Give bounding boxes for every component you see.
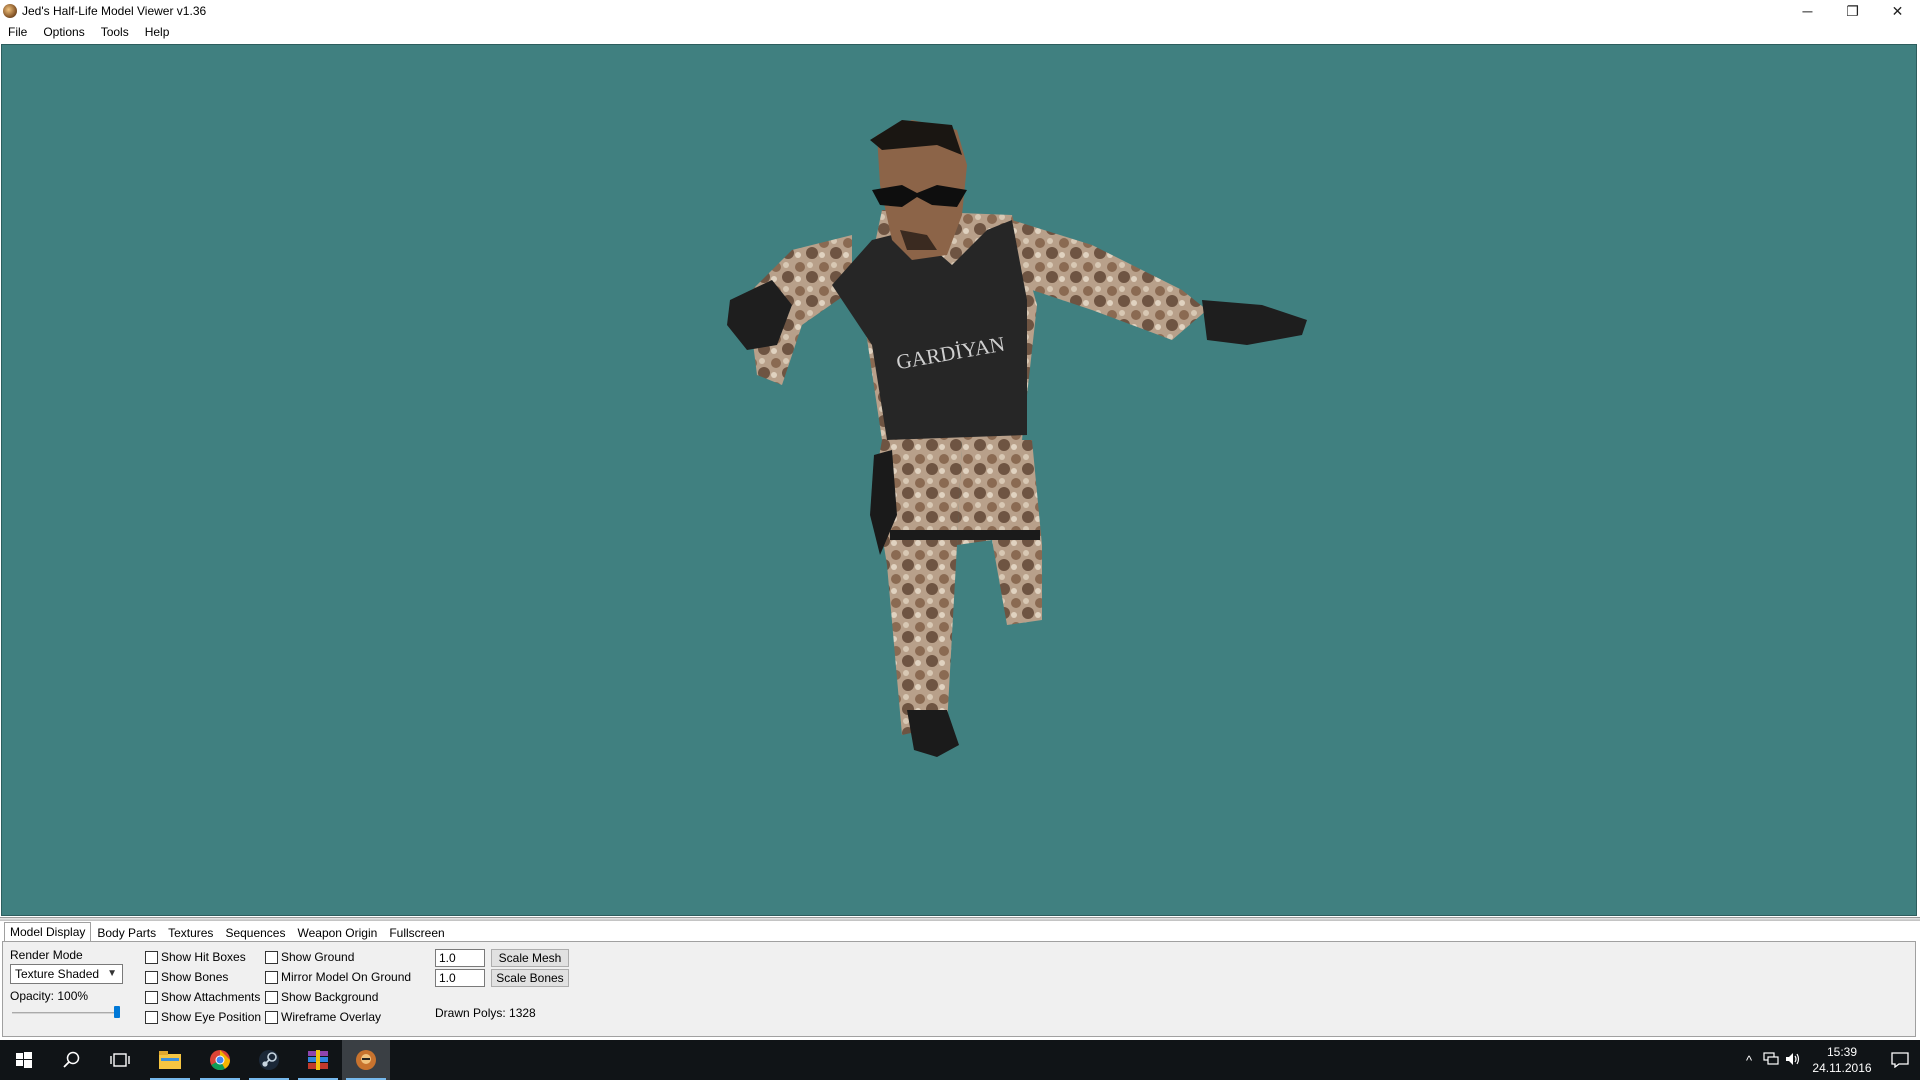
file-explorer-icon[interactable] (146, 1040, 194, 1080)
chevron-down-icon: ▼ (107, 968, 117, 979)
opacity-label: Opacity: 100% (10, 989, 89, 1003)
search-icon[interactable] (48, 1040, 96, 1080)
checkbox-label: Show Ground (281, 950, 355, 964)
checkbox-label: Show Attachments (161, 990, 261, 1004)
tab-weapon-origin[interactable]: Weapon Origin (291, 924, 383, 942)
hlmv-icon[interactable] (342, 1040, 390, 1080)
app-icon (3, 4, 17, 18)
show-ground-checkbox[interactable]: Show Ground (265, 950, 354, 964)
scale-mesh-button[interactable]: Scale Mesh (491, 949, 569, 967)
model-right-glove (1202, 300, 1307, 345)
restore-button[interactable]: ❐ (1830, 0, 1875, 22)
show-bones-checkbox[interactable]: Show Bones (145, 970, 228, 984)
tab-textures[interactable]: Textures (162, 924, 219, 942)
clock-time: 15:39 (1826, 1045, 1858, 1059)
checkbox-label: Show Hit Boxes (161, 950, 246, 964)
checkbox-box (145, 970, 158, 984)
opacity-slider[interactable] (12, 1006, 120, 1020)
checkbox-label: Show Background (281, 990, 379, 1004)
model-knee-straps (890, 530, 1040, 540)
winrar-icon[interactable] (294, 1040, 342, 1080)
show-eye-position-checkbox[interactable]: Show Eye Position (145, 1010, 261, 1024)
close-button[interactable]: ✕ (1875, 0, 1920, 22)
render-mode-select[interactable]: Texture Shaded ▼ (10, 964, 123, 984)
task-view-icon[interactable] (96, 1040, 144, 1080)
tab-model-display[interactable]: Model Display (4, 922, 92, 942)
app-window: Jed's Half-Life Model Viewer v1.36 ─ ❐ ✕… (0, 0, 1920, 1080)
show-hit-boxes-checkbox[interactable]: Show Hit Boxes (145, 950, 246, 964)
model-display-panel: Render Mode Texture Shaded ▼ Opacity: 10… (2, 941, 1916, 1037)
mirror-model-on-ground-checkbox[interactable]: Mirror Model On Ground (265, 970, 411, 984)
show-background-checkbox[interactable]: Show Background (265, 990, 378, 1004)
model-right-arm (1012, 220, 1207, 340)
title-bar: Jed's Half-Life Model Viewer v1.36 ─ ❐ ✕ (0, 0, 1920, 22)
checkbox-box (265, 970, 278, 984)
wireframe-overlay-checkbox[interactable]: Wireframe Overlay (265, 1010, 381, 1024)
scale-bones-button[interactable]: Scale Bones (491, 969, 569, 987)
minimize-button[interactable]: ─ (1785, 0, 1830, 22)
menu-options[interactable]: Options (35, 22, 92, 43)
chrome-icon[interactable] (196, 1040, 244, 1080)
model-render: GARDİYAN (727, 120, 1307, 757)
tray-overflow-icon[interactable]: ^ (1738, 1053, 1760, 1068)
menu-help[interactable]: Help (137, 22, 178, 43)
drawn-polys-readout: Drawn Polys: 1328 (435, 1006, 536, 1020)
notifications-icon[interactable] (1880, 1040, 1920, 1080)
menu-tools[interactable]: Tools (93, 22, 137, 43)
network-icon[interactable] (1760, 1051, 1782, 1069)
checkbox-box (145, 950, 158, 964)
steam-icon[interactable] (245, 1040, 293, 1080)
menu-file[interactable]: File (0, 22, 35, 43)
taskbar: ^ 15:39 24.11.2016 (0, 1040, 1920, 1080)
tab-sequences[interactable]: Sequences (219, 924, 291, 942)
render-mode-label: Render Mode (10, 948, 83, 962)
checkbox-box (145, 1010, 158, 1024)
panel-splitter[interactable] (0, 917, 1920, 921)
checkbox-label: Wireframe Overlay (281, 1010, 382, 1024)
opacity-slider-thumb[interactable] (114, 1006, 120, 1018)
window-title: Jed's Half-Life Model Viewer v1.36 (22, 4, 207, 18)
opacity-slider-track (12, 1012, 120, 1014)
tab-body-parts[interactable]: Body Parts (91, 924, 162, 942)
checkbox-box (265, 990, 278, 1004)
volume-icon[interactable] (1782, 1052, 1804, 1069)
checkbox-box (265, 950, 278, 964)
model-boot (907, 710, 959, 757)
render-mode-value: Texture Shaded (15, 967, 100, 981)
tab-fullscreen[interactable]: Fullscreen (383, 924, 450, 942)
scale-mesh-input[interactable]: 1.0 (435, 949, 485, 967)
tab-strip: Model Display Body Parts Textures Sequen… (4, 922, 451, 942)
menu-bar: File Options Tools Help (0, 22, 1920, 43)
checkbox-label: Mirror Model On Ground (281, 970, 412, 984)
model-viewport[interactable]: GARDİYAN (1, 44, 1917, 916)
window-controls: ─ ❐ ✕ (1785, 0, 1920, 22)
checkbox-label: Show Eye Position (161, 1010, 262, 1024)
checkbox-label: Show Bones (161, 970, 229, 984)
system-tray: ^ 15:39 24.11.2016 (1738, 1040, 1920, 1080)
windows-start-icon[interactable] (0, 1040, 48, 1080)
show-attachments-checkbox[interactable]: Show Attachments (145, 990, 260, 1004)
clock[interactable]: 15:39 24.11.2016 (1804, 1044, 1880, 1076)
clock-date: 24.11.2016 (1812, 1061, 1872, 1075)
checkbox-box (265, 1010, 278, 1024)
scale-bones-input[interactable]: 1.0 (435, 969, 485, 987)
checkbox-box (145, 990, 158, 1004)
